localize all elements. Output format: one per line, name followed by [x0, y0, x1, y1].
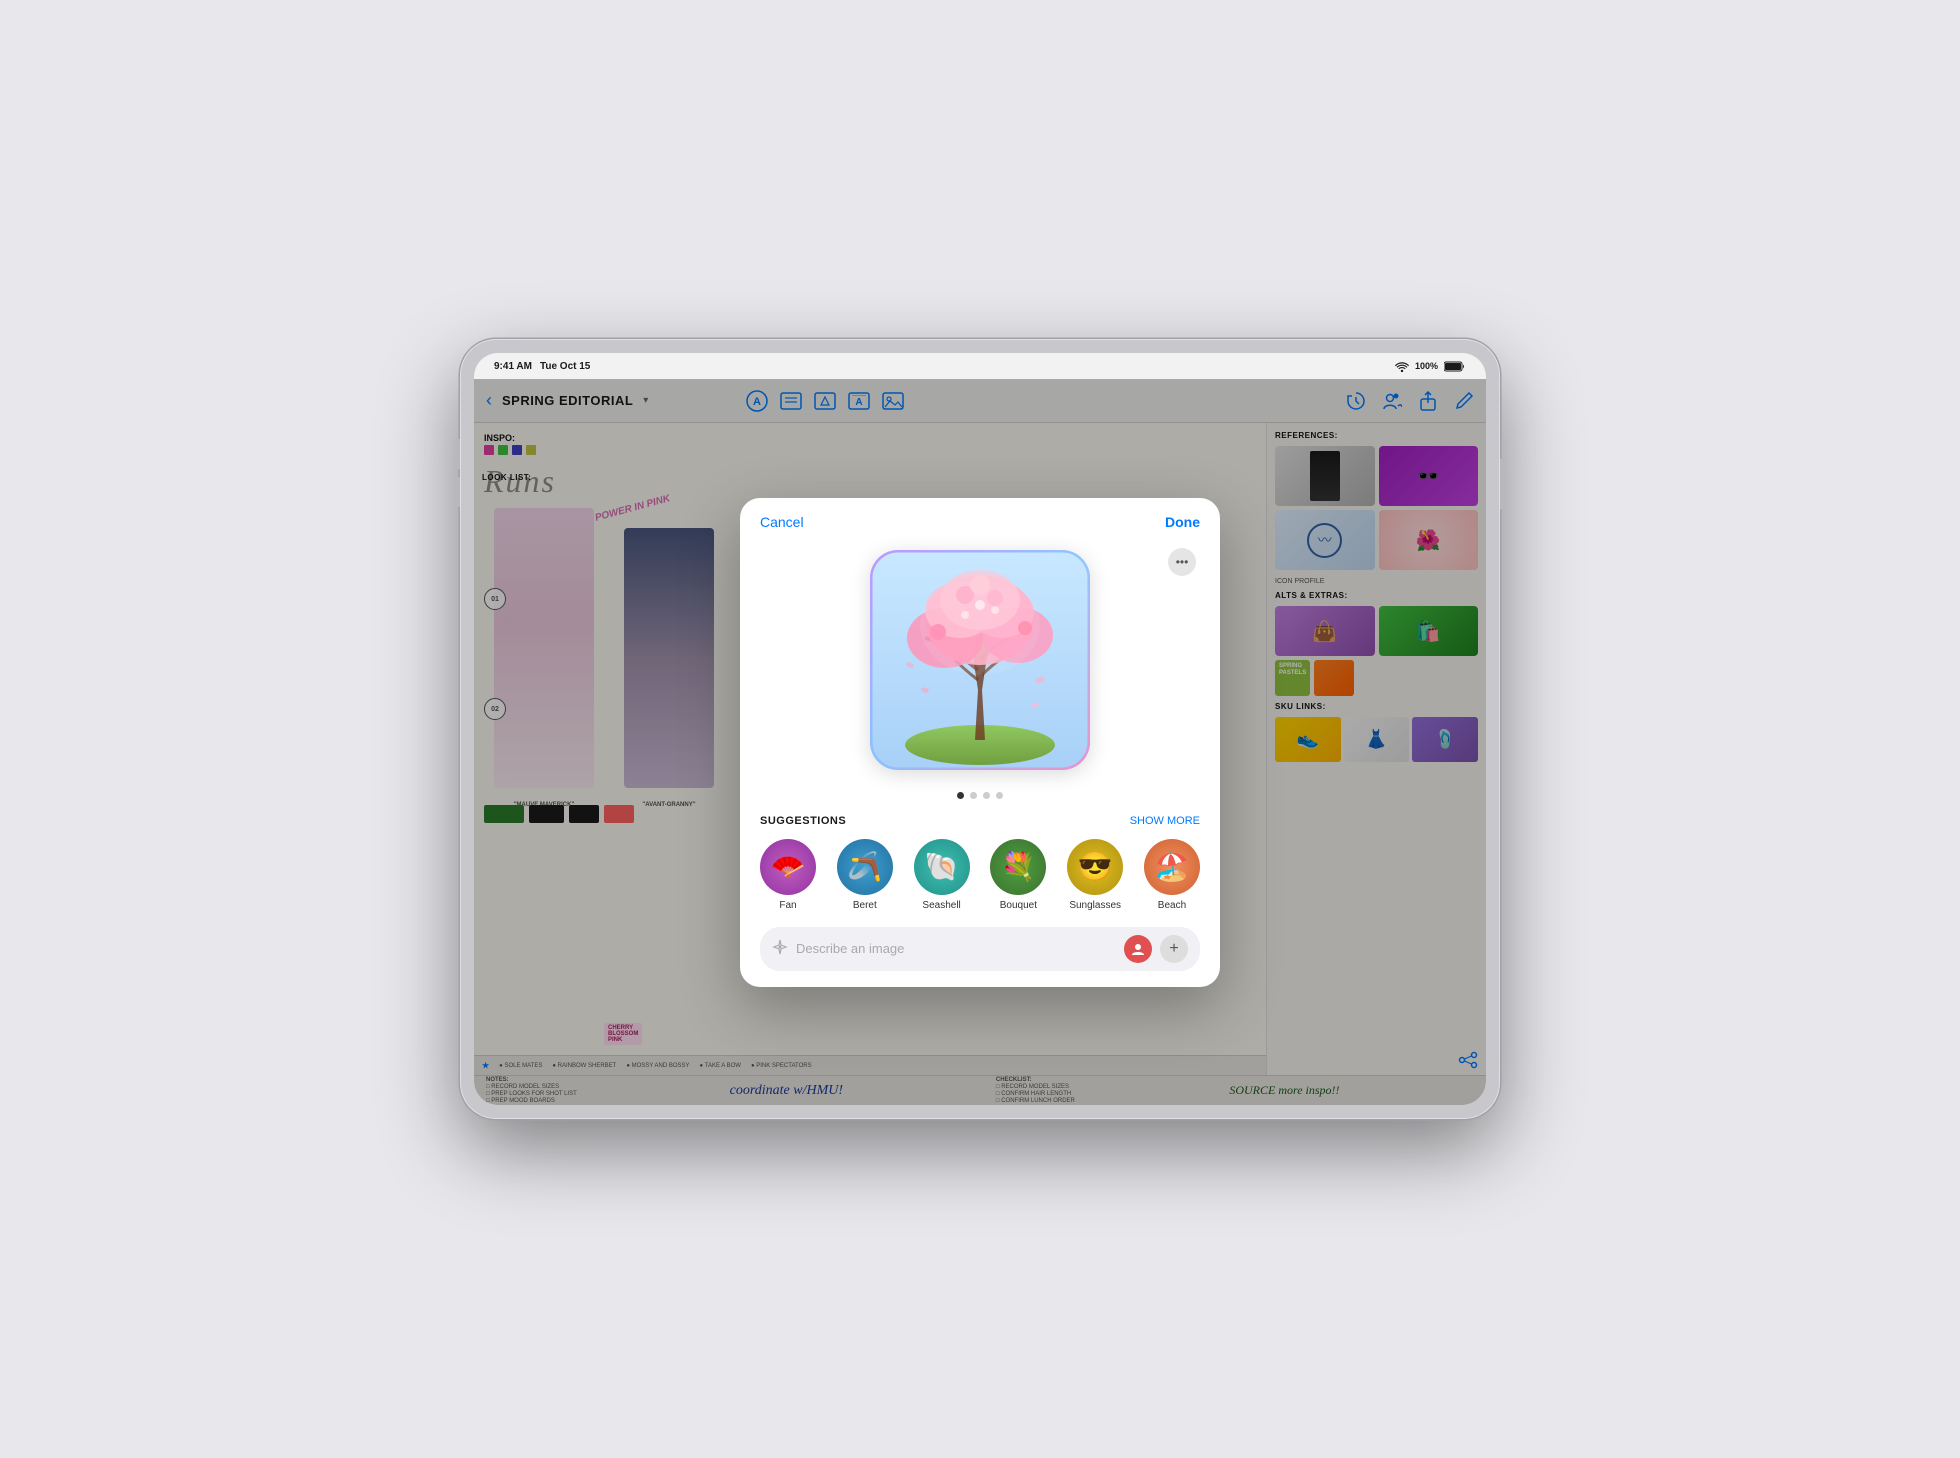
search-bar-container: Describe an image + [740, 927, 1220, 987]
page-dot-3[interactable] [983, 792, 990, 799]
search-ai-icon [772, 939, 788, 958]
beret-emoji-container: 🪃 [837, 839, 893, 895]
battery-percent: 100% [1415, 361, 1438, 371]
power-button[interactable] [1500, 459, 1504, 509]
suggestion-beach[interactable]: 🏖️ Beach [1144, 839, 1200, 911]
status-date: Tue Oct 15 [540, 361, 590, 372]
modal-overlay: Cancel Done [474, 379, 1486, 1105]
fan-label: Fan [779, 900, 796, 911]
sparkle-icon [772, 939, 788, 955]
suggestion-sunglasses[interactable]: 😎 Sunglasses [1067, 839, 1123, 911]
bouquet-emoji-container: 💐 [990, 839, 1046, 895]
status-bar: 9:41 AM Tue Oct 15 100% [474, 353, 1486, 379]
search-placeholder-text[interactable]: Describe an image [796, 941, 1116, 956]
battery-icon [1444, 361, 1466, 372]
beach-label: Beach [1158, 900, 1186, 911]
suggestions-header: SUGGESTIONS SHOW MORE [760, 815, 1200, 827]
person-icon [1131, 942, 1145, 956]
suggestion-beret[interactable]: 🪃 Beret [837, 839, 893, 911]
cherry-blossom-svg [870, 550, 1090, 770]
search-bar: Describe an image + [760, 927, 1200, 971]
ipad-screen: 9:41 AM Tue Oct 15 100% [474, 353, 1486, 1105]
suggestion-bouquet[interactable]: 💐 Bouquet [990, 839, 1046, 911]
suggestion-items-list: 🪭 Fan 🪃 Beret 🐚 Seashell [760, 839, 1200, 911]
seashell-emoji-container: 🐚 [914, 839, 970, 895]
page-dot-2[interactable] [970, 792, 977, 799]
page-dot-4[interactable] [996, 792, 1003, 799]
more-options-button[interactable]: ••• [1168, 548, 1196, 576]
wifi-icon [1395, 361, 1409, 372]
suggestion-seashell[interactable]: 🐚 Seashell [914, 839, 970, 911]
app-background: ‹ SPRING EDITORIAL ▾ A [474, 379, 1486, 1105]
beret-label: Beret [853, 900, 877, 911]
suggestions-title: SUGGESTIONS [760, 815, 846, 827]
show-more-button[interactable]: SHOW MORE [1130, 815, 1200, 827]
page-dot-1[interactable] [957, 792, 964, 799]
add-image-button[interactable]: + [1160, 935, 1188, 963]
sunglasses-label: Sunglasses [1069, 900, 1121, 911]
cancel-button[interactable]: Cancel [760, 514, 804, 530]
done-button[interactable]: Done [1165, 514, 1200, 530]
volume-up-button[interactable] [456, 439, 460, 469]
generated-image [870, 550, 1090, 770]
person-photo-button[interactable] [1124, 935, 1152, 963]
modal-header: Cancel Done [740, 498, 1220, 540]
image-generation-modal: Cancel Done [740, 498, 1220, 987]
ipad-device: 9:41 AM Tue Oct 15 100% [460, 339, 1500, 1119]
volume-down-button[interactable] [456, 477, 460, 507]
status-bar-right: 100% [1395, 361, 1466, 372]
fan-emoji-container: 🪭 [760, 839, 816, 895]
modal-image-area: ••• [740, 540, 1220, 780]
status-bar-left: 9:41 AM Tue Oct 15 [494, 361, 590, 372]
suggestion-fan[interactable]: 🪭 Fan [760, 839, 816, 911]
beach-emoji-container: 🏖️ [1144, 839, 1200, 895]
status-time: 9:41 AM [494, 361, 532, 372]
sunglasses-emoji-container: 😎 [1067, 839, 1123, 895]
seashell-label: Seashell [922, 900, 960, 911]
suggestions-section: SUGGESTIONS SHOW MORE 🪭 Fan 🪃 [740, 815, 1220, 911]
bouquet-label: Bouquet [1000, 900, 1037, 911]
image-page-dots [740, 780, 1220, 815]
